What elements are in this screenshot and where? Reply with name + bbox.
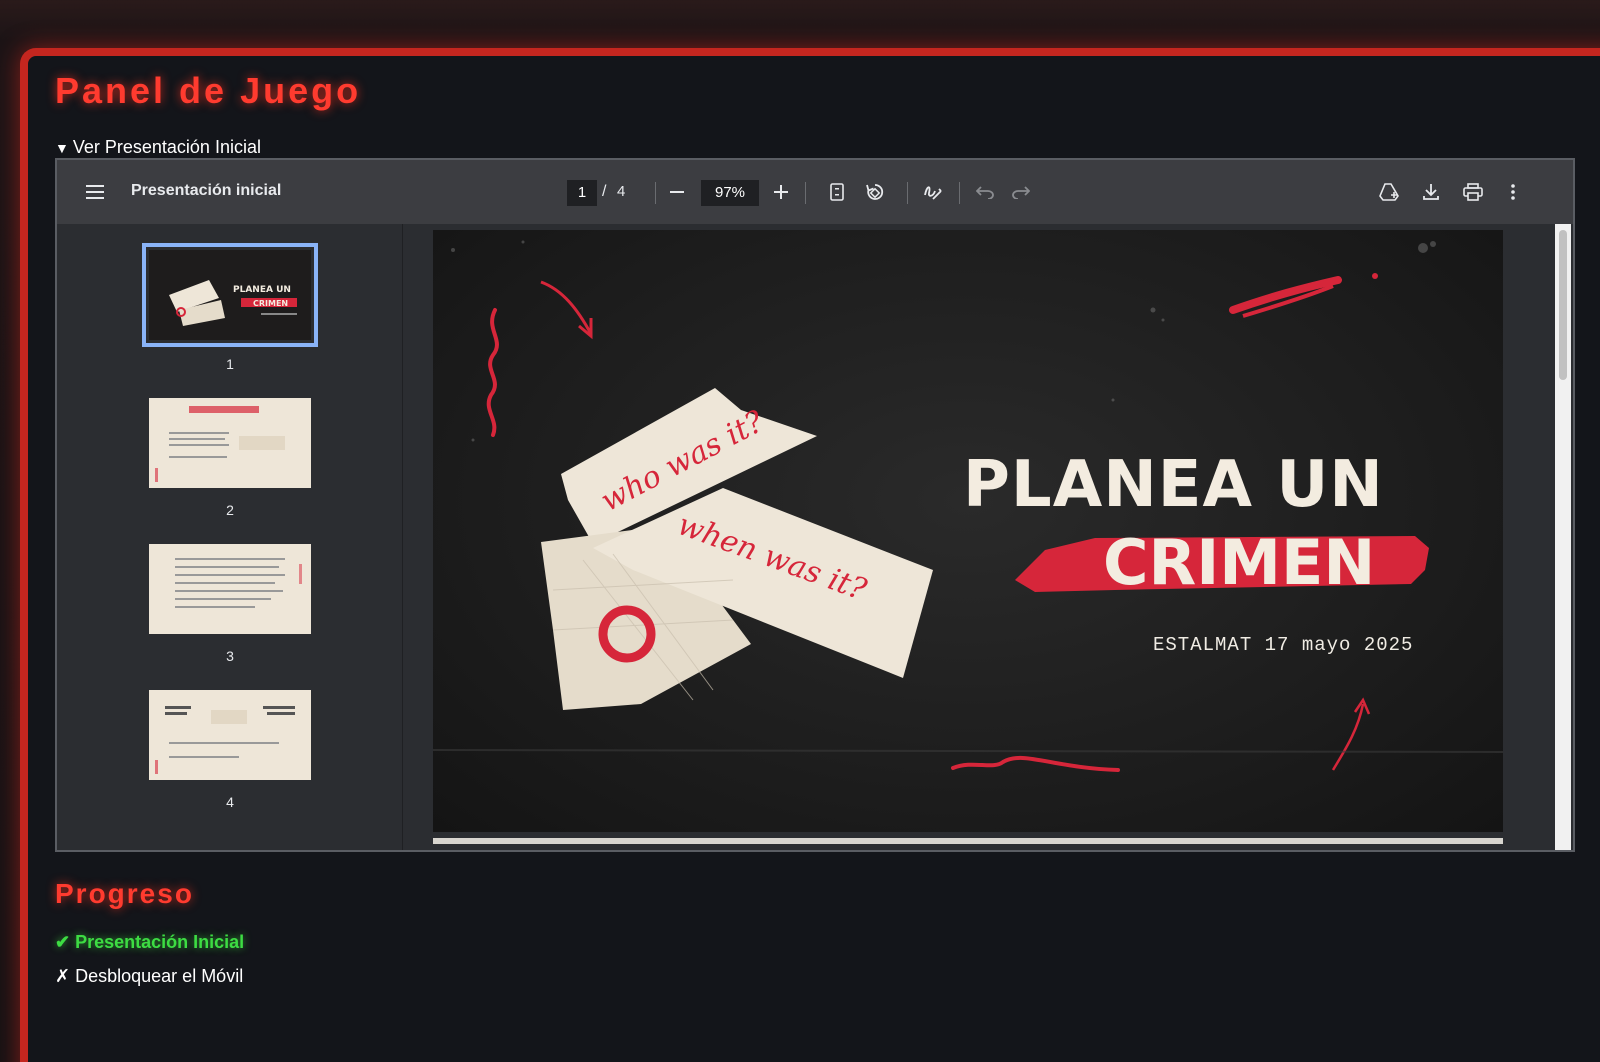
print-icon[interactable] bbox=[1459, 178, 1487, 206]
scrollbar-thumb[interactable] bbox=[1559, 230, 1567, 380]
download-icon[interactable] bbox=[1417, 178, 1445, 206]
toolbar-divider bbox=[805, 182, 806, 204]
thumbnail-page-2[interactable] bbox=[149, 398, 311, 488]
thumbnail-number: 2 bbox=[226, 502, 234, 518]
slide-title-line-1: PLANEA UN bbox=[963, 448, 1384, 522]
cross-icon: ✗ bbox=[55, 966, 71, 986]
thumbnail-number: 1 bbox=[226, 356, 234, 372]
fit-page-icon[interactable] bbox=[823, 178, 851, 206]
minus-icon[interactable] bbox=[663, 178, 691, 206]
presentation-toggle[interactable]: ▼ Ver Presentación Inicial bbox=[55, 137, 261, 158]
page-title: Panel de Juego bbox=[55, 70, 362, 111]
plus-icon[interactable] bbox=[767, 178, 795, 206]
check-icon: ✔ bbox=[55, 932, 71, 952]
page-view: who was it? when was it? PLANEA UN CRIME… bbox=[403, 224, 1573, 850]
more-vert-icon[interactable] bbox=[1499, 178, 1527, 206]
thumbnail-page-1[interactable]: PLANEA UN CRIMEN bbox=[142, 243, 318, 347]
thumbnail-number: 4 bbox=[226, 794, 234, 810]
page-total: 4 bbox=[617, 183, 626, 200]
toolbar-divider bbox=[655, 182, 656, 204]
thumbnail-page-3[interactable] bbox=[149, 544, 311, 634]
progress-item-pending: ✗ Desbloquear el Móvil bbox=[55, 966, 243, 987]
disclosure-triangle-icon: ▼ bbox=[55, 140, 69, 156]
pdf-viewer: Presentación inicial 1 / 4 97% PLANEA UN… bbox=[55, 158, 1575, 852]
toolbar-divider bbox=[959, 182, 960, 204]
next-page-edge bbox=[433, 838, 1503, 844]
slide-subtitle: ESTALMAT 17 mayo 2025 bbox=[1153, 634, 1414, 656]
page-scrollbar[interactable] bbox=[1555, 224, 1571, 850]
undo-icon[interactable] bbox=[971, 178, 999, 206]
progress-item-done: ✔ Presentación Inicial bbox=[55, 932, 244, 953]
page-number-input[interactable]: 1 bbox=[567, 180, 597, 206]
rotate-icon[interactable] bbox=[861, 178, 889, 206]
slide-title-line-2: CRIMEN bbox=[1103, 526, 1376, 599]
presentation-toggle-label: Ver Presentación Inicial bbox=[72, 137, 261, 157]
menu-icon[interactable] bbox=[81, 178, 109, 206]
progress-item-label: Desbloquear el Móvil bbox=[75, 966, 244, 986]
zoom-level-input[interactable]: 97% bbox=[701, 180, 759, 206]
thumbnail-page-4[interactable] bbox=[149, 690, 311, 780]
toolbar-divider bbox=[907, 182, 908, 204]
redo-icon[interactable] bbox=[1007, 178, 1035, 206]
slide-page-1: who was it? when was it? PLANEA UN CRIME… bbox=[433, 230, 1503, 832]
svg-text:PLANEA UN: PLANEA UN bbox=[233, 285, 291, 295]
page-separator: / bbox=[602, 183, 607, 200]
thumbnail-sidebar: PLANEA UN CRIMEN 1 2 3 4 bbox=[57, 224, 403, 850]
svg-text:CRIMEN: CRIMEN bbox=[253, 299, 288, 308]
thumbnail-number: 3 bbox=[226, 648, 234, 664]
add-to-drive-icon[interactable] bbox=[1375, 178, 1403, 206]
pdf-toolbar: Presentación inicial 1 / 4 97% bbox=[57, 160, 1573, 224]
progress-item-label: Presentación Inicial bbox=[75, 932, 245, 952]
progress-title: Progreso bbox=[55, 878, 194, 909]
document-title: Presentación inicial bbox=[131, 182, 282, 199]
draw-icon[interactable] bbox=[919, 178, 947, 206]
